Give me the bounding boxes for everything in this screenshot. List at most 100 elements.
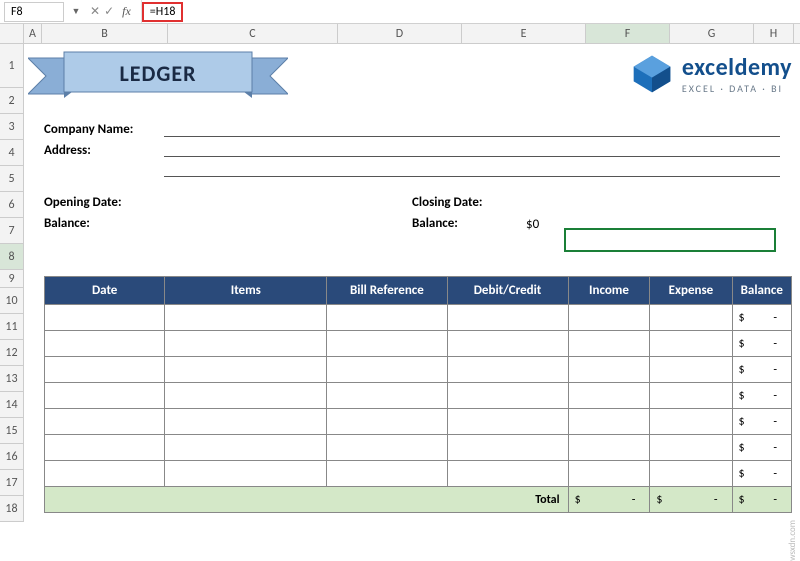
cell[interactable]: $- bbox=[732, 409, 792, 435]
row-header-4[interactable]: 4 bbox=[0, 140, 23, 166]
cell[interactable]: $- bbox=[732, 331, 792, 357]
row-header-6[interactable]: 6 bbox=[0, 192, 23, 218]
sheet-area[interactable]: LEDGER exceldemy EXCEL · DATA · BI Compa… bbox=[24, 44, 800, 522]
row-header-11[interactable]: 11 bbox=[0, 314, 23, 340]
row-header-5[interactable]: 5 bbox=[0, 166, 23, 192]
col-header-F[interactable]: F bbox=[586, 24, 670, 43]
row-header-15[interactable]: 15 bbox=[0, 418, 23, 444]
total-cell[interactable]: $- bbox=[732, 487, 792, 513]
cell[interactable]: $- bbox=[732, 383, 792, 409]
cell[interactable] bbox=[327, 331, 447, 357]
cell[interactable] bbox=[165, 357, 327, 383]
row-header-12[interactable]: 12 bbox=[0, 340, 23, 366]
closing-balance-value[interactable]: $0 bbox=[522, 216, 672, 236]
row-header-2[interactable]: 2 bbox=[0, 88, 23, 114]
cell[interactable] bbox=[327, 435, 447, 461]
cell[interactable] bbox=[650, 435, 732, 461]
cell[interactable] bbox=[650, 357, 732, 383]
row-header-16[interactable]: 16 bbox=[0, 444, 23, 470]
formula-input[interactable]: =H18 bbox=[142, 2, 184, 22]
company-name-field[interactable] bbox=[164, 123, 780, 137]
cell[interactable] bbox=[327, 357, 447, 383]
row-header-7[interactable]: 7 bbox=[0, 218, 23, 244]
address-field-1[interactable] bbox=[164, 143, 780, 157]
cell[interactable] bbox=[650, 331, 732, 357]
row-header-18[interactable]: 18 bbox=[0, 496, 23, 522]
th-debitcredit: Debit/Credit bbox=[447, 277, 568, 305]
row-header-13[interactable]: 13 bbox=[0, 366, 23, 392]
cell[interactable] bbox=[568, 383, 650, 409]
row-header-14[interactable]: 14 bbox=[0, 392, 23, 418]
cell[interactable] bbox=[45, 383, 165, 409]
total-cell[interactable]: $- bbox=[568, 487, 650, 513]
table-row[interactable]: $- bbox=[45, 357, 792, 383]
cell[interactable] bbox=[568, 435, 650, 461]
cell[interactable]: $- bbox=[732, 435, 792, 461]
col-header-D[interactable]: D bbox=[338, 24, 462, 43]
cell[interactable] bbox=[165, 331, 327, 357]
cell[interactable] bbox=[568, 331, 650, 357]
cell[interactable] bbox=[45, 409, 165, 435]
cell[interactable] bbox=[447, 383, 568, 409]
row-header-10[interactable]: 10 bbox=[0, 288, 23, 314]
cell[interactable] bbox=[165, 383, 327, 409]
cell[interactable]: $- bbox=[732, 461, 792, 487]
cell[interactable] bbox=[650, 409, 732, 435]
cell[interactable]: $- bbox=[732, 305, 792, 331]
cell[interactable] bbox=[447, 461, 568, 487]
cell[interactable] bbox=[568, 305, 650, 331]
cell[interactable] bbox=[568, 357, 650, 383]
table-row[interactable]: $- bbox=[45, 331, 792, 357]
cancel-icon[interactable]: ✕ bbox=[90, 4, 100, 19]
cell[interactable] bbox=[327, 461, 447, 487]
cell[interactable] bbox=[447, 357, 568, 383]
row-header-17[interactable]: 17 bbox=[0, 470, 23, 496]
cell[interactable] bbox=[45, 461, 165, 487]
fx-icon[interactable]: fx bbox=[118, 4, 135, 19]
col-header-B[interactable]: B bbox=[42, 24, 168, 43]
table-row[interactable]: $- bbox=[45, 461, 792, 487]
cell[interactable] bbox=[447, 305, 568, 331]
cell[interactable] bbox=[447, 409, 568, 435]
table-row[interactable]: $- bbox=[45, 305, 792, 331]
cell[interactable] bbox=[45, 331, 165, 357]
select-all-corner[interactable] bbox=[0, 24, 24, 43]
cell[interactable] bbox=[650, 383, 732, 409]
cell[interactable]: $- bbox=[732, 357, 792, 383]
confirm-icon[interactable]: ✓ bbox=[104, 4, 114, 19]
cell[interactable] bbox=[650, 305, 732, 331]
name-box[interactable]: F8 bbox=[4, 2, 64, 22]
formula-input-tail[interactable] bbox=[183, 2, 800, 22]
col-header-H[interactable]: H bbox=[754, 24, 794, 43]
cell[interactable] bbox=[327, 305, 447, 331]
cell[interactable] bbox=[447, 435, 568, 461]
table-row[interactable]: $- bbox=[45, 435, 792, 461]
cell[interactable] bbox=[45, 305, 165, 331]
row-header-1[interactable]: 1 bbox=[0, 44, 23, 88]
cell[interactable] bbox=[165, 305, 327, 331]
cell[interactable] bbox=[45, 435, 165, 461]
col-header-A[interactable]: A bbox=[24, 24, 42, 43]
row-header-3[interactable]: 3 bbox=[0, 114, 23, 140]
cell[interactable] bbox=[568, 461, 650, 487]
col-header-G[interactable]: G bbox=[670, 24, 754, 43]
cell[interactable] bbox=[568, 409, 650, 435]
row-header-9[interactable]: 9 bbox=[0, 270, 23, 288]
cell[interactable] bbox=[45, 357, 165, 383]
cell[interactable] bbox=[650, 461, 732, 487]
cell[interactable] bbox=[447, 331, 568, 357]
watermark: wsxdn.com bbox=[787, 520, 798, 561]
cell[interactable] bbox=[327, 409, 447, 435]
col-header-E[interactable]: E bbox=[462, 24, 586, 43]
name-box-dropdown-icon[interactable]: ▼ bbox=[68, 6, 84, 17]
table-row[interactable]: $- bbox=[45, 383, 792, 409]
cell[interactable] bbox=[327, 383, 447, 409]
cell[interactable] bbox=[165, 461, 327, 487]
table-row[interactable]: $- bbox=[45, 409, 792, 435]
address-field-2[interactable] bbox=[164, 163, 780, 177]
cell[interactable] bbox=[165, 409, 327, 435]
row-header-8[interactable]: 8 bbox=[0, 244, 23, 270]
cell[interactable] bbox=[165, 435, 327, 461]
col-header-C[interactable]: C bbox=[168, 24, 338, 43]
total-cell[interactable]: $- bbox=[650, 487, 732, 513]
